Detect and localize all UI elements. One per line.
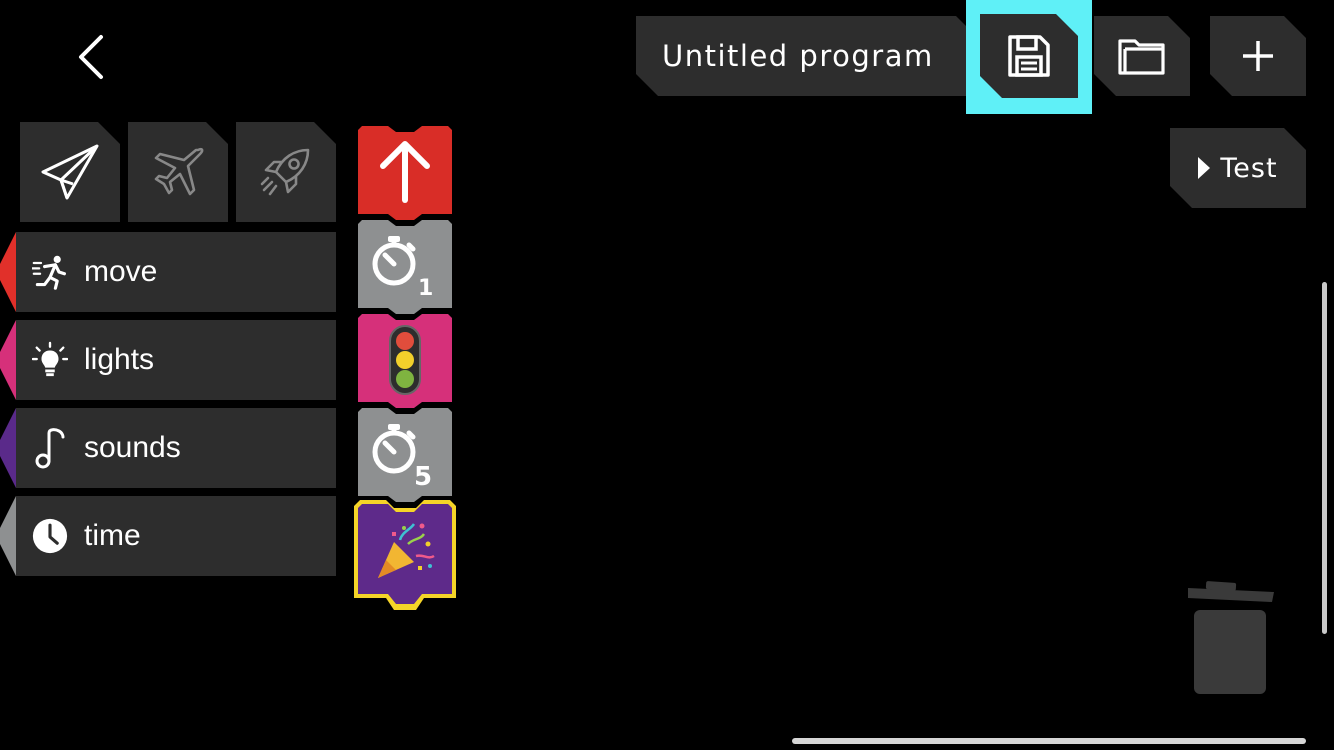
vehicle-airplane[interactable]	[128, 122, 228, 222]
up-arrow-icon	[380, 141, 430, 203]
traffic-light-icon	[389, 325, 421, 395]
stopwatch-icon	[372, 236, 416, 286]
clock-icon	[32, 518, 68, 554]
program-title-text: Untitled program	[662, 39, 934, 73]
floppy-disk-icon	[1006, 33, 1052, 79]
category-label: sounds	[84, 431, 181, 464]
program-title[interactable]: Untitled program	[636, 16, 978, 96]
paper-plane-icon	[39, 142, 101, 202]
running-person-icon	[32, 254, 68, 290]
category-label: lights	[84, 343, 155, 376]
test-button[interactable]: Test	[1170, 128, 1306, 208]
trash-can[interactable]	[1186, 580, 1276, 696]
plus-icon	[1241, 39, 1275, 73]
category-color-tab	[0, 496, 16, 576]
block-lights[interactable]	[358, 314, 452, 408]
block-celebrate[interactable]	[354, 500, 456, 610]
play-icon	[1198, 157, 1210, 179]
vehicle-rocket[interactable]	[236, 122, 336, 222]
party-popper-icon	[378, 523, 435, 578]
category-color-tab	[0, 320, 16, 400]
category-color-tab	[0, 232, 16, 312]
block-move-forward[interactable]	[358, 126, 452, 220]
category-label: move	[84, 255, 158, 288]
stopwatch-icon	[372, 424, 416, 474]
category-sounds[interactable]: sounds	[0, 408, 336, 488]
lightbulb-icon	[32, 341, 68, 378]
scrollbar[interactable]	[1322, 282, 1327, 634]
wait-value: 1	[418, 276, 434, 301]
category-lights[interactable]: lights	[0, 320, 336, 400]
test-label: Test	[1220, 152, 1278, 184]
back-button[interactable]	[60, 22, 120, 92]
wait-value: 5	[414, 462, 433, 492]
trash-can-icon	[1188, 581, 1274, 694]
rocket-icon	[258, 144, 314, 200]
chevron-left-icon	[79, 35, 103, 79]
category-color-tab	[0, 408, 16, 488]
category-move[interactable]: move	[0, 232, 336, 312]
category-time[interactable]: time	[0, 496, 336, 576]
home-indicator	[792, 738, 1306, 744]
vehicle-paper-plane[interactable]	[20, 122, 120, 222]
folder-icon	[1117, 35, 1167, 77]
open-button[interactable]	[1094, 16, 1190, 96]
airplane-icon	[150, 144, 206, 200]
music-note-icon	[32, 428, 68, 469]
block-wait[interactable]: 5	[358, 408, 452, 502]
block-wait[interactable]: 1	[358, 220, 452, 314]
new-program-button[interactable]	[1210, 16, 1306, 96]
save-button[interactable]	[980, 14, 1078, 98]
category-label: time	[84, 519, 141, 552]
